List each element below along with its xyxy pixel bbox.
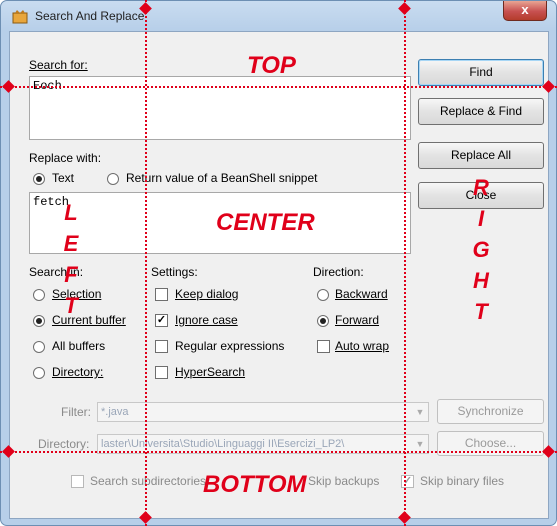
find-button[interactable]: Find (418, 59, 544, 86)
search-subdirectories-label: Search subdirectories (90, 474, 207, 488)
filter-value: *.java (101, 406, 129, 418)
top-guide-line (0, 86, 557, 88)
title-bar[interactable]: Search And Replace x (1, 1, 556, 31)
zone-label-top: TOP (247, 52, 296, 79)
zone-label-right: R I G H T (468, 172, 494, 327)
close-window-icon[interactable]: x (503, 1, 547, 21)
search-in-current-buffer-radio[interactable] (33, 315, 45, 327)
zone-letter: H (473, 268, 489, 293)
search-in-all-buffers-label: All buffers (52, 339, 106, 353)
zone-label-center: CENTER (216, 209, 315, 236)
regular-expressions-checkbox[interactable] (155, 340, 168, 353)
replace-mode-text-label: Text (52, 171, 75, 185)
jedit-app-icon (12, 10, 28, 24)
hypersearch-checkbox[interactable] (155, 366, 168, 379)
zone-letter: E (63, 231, 79, 256)
replace-mode-beanshell-radio[interactable] (107, 173, 119, 185)
hypersearch-label: HyperSearch (175, 365, 246, 379)
synchronize-button[interactable]: Synchronize (437, 399, 544, 424)
search-in-selection-radio[interactable] (33, 289, 45, 301)
zone-letter: I (477, 206, 485, 231)
replace-and-find-button[interactable]: Replace & Find (418, 98, 544, 125)
skip-backups-label: Skip backups (308, 474, 380, 488)
search-in-directory-radio[interactable] (33, 367, 45, 379)
settings-header: Settings: (151, 265, 198, 279)
chevron-down-icon: ▼ (415, 407, 425, 417)
zone-letter: T (474, 299, 488, 324)
skip-binary-files-checkbox[interactable]: ✓ (401, 475, 414, 488)
direction-backward-radio[interactable] (317, 289, 329, 301)
keep-dialog-label: Keep dialog (175, 287, 239, 301)
zone-letter: G (472, 237, 490, 262)
zone-label-bottom: BOTTOM (203, 471, 307, 498)
replace-mode-beanshell-label: Return value of a BeanShell snippet (126, 171, 318, 185)
right-guide-line (404, 0, 406, 526)
filter-label: Filter: (61, 405, 91, 419)
window-title: Search And Replace (35, 9, 145, 23)
replace-with-label: Replace with: (29, 151, 102, 165)
search-for-label: Search for: (29, 58, 88, 72)
ignore-case-label: Ignore case (175, 313, 238, 327)
zone-letter: R (473, 175, 489, 200)
search-in-directory-label: Directory: (52, 365, 104, 379)
zone-letter: T (64, 293, 78, 318)
left-guide-line (145, 0, 147, 526)
search-subdirectories-checkbox[interactable] (71, 475, 84, 488)
bottom-guide-line (0, 451, 557, 453)
direction-backward-label: Backward (335, 287, 388, 301)
replace-all-button[interactable]: Replace All (418, 142, 544, 169)
directory-label: Directory: (38, 437, 90, 451)
auto-wrap-label: Auto wrap (335, 339, 390, 353)
skip-binary-files-label: Skip binary files (420, 474, 505, 488)
zone-letter: L (64, 200, 78, 225)
regular-expressions-label: Regular expressions (175, 339, 285, 353)
zone-letter: F (64, 262, 78, 287)
direction-header: Direction: (313, 265, 364, 279)
auto-wrap-checkbox[interactable] (317, 340, 330, 353)
direction-forward-radio[interactable] (317, 315, 329, 327)
zone-label-left: L E F T (58, 197, 84, 321)
direction-forward-label: Forward (335, 313, 380, 327)
replace-mode-text-radio[interactable] (33, 173, 45, 185)
keep-dialog-checkbox[interactable] (155, 288, 168, 301)
search-in-all-buffers-radio[interactable] (33, 341, 45, 353)
directory-value: laster\Universita\Studio\Linguaggi II\Es… (101, 438, 345, 450)
ignore-case-checkbox[interactable]: ✓ (155, 314, 168, 327)
